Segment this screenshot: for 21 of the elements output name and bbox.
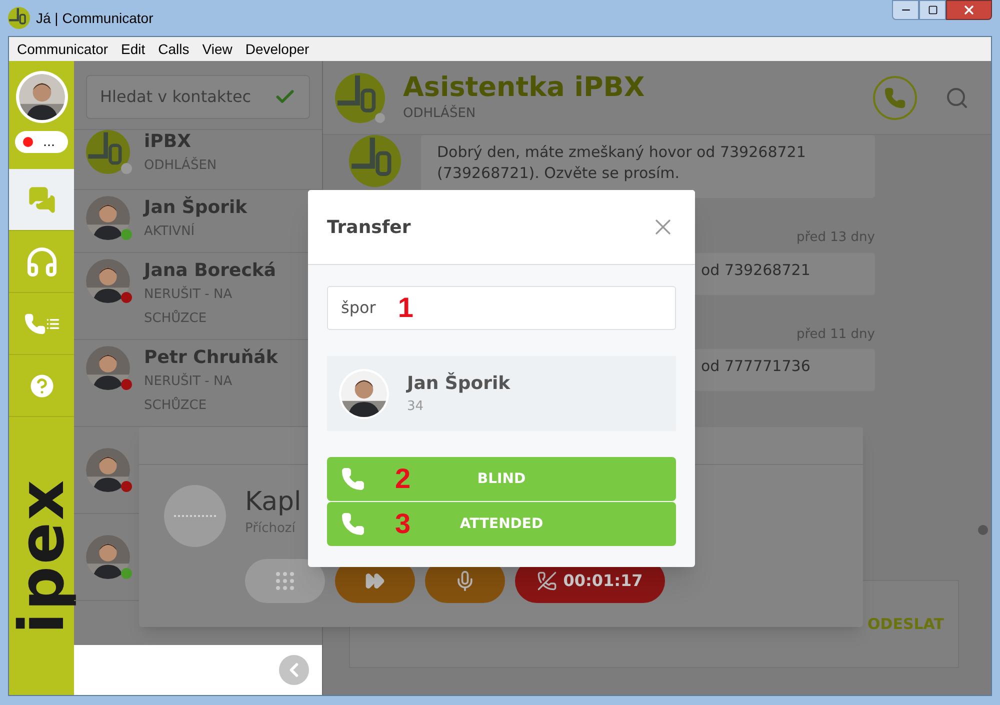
result-name: Jan Šporik (407, 371, 510, 396)
search-value: špor (341, 297, 376, 319)
message-text: od 739268721 (701, 260, 812, 280)
caller-name: Kapl (245, 486, 302, 519)
chat-title: Asistentka iPBX (403, 72, 645, 104)
window-title: Já | Communicator (36, 8, 154, 28)
message-text: (739268721). Ozvěte se prosím. (437, 163, 681, 184)
chat-status: ODHLÁŠEN (403, 104, 477, 123)
contact-name: Jan Šporik (144, 196, 248, 220)
message-text: od 777771736 (701, 356, 812, 377)
contact-name: iPBX (144, 130, 192, 154)
search-placeholder: Hledat v kontaktec (100, 86, 252, 108)
message-text: Dobrý den, máte zmeškaný hovor od 739268721 (437, 142, 807, 163)
contact-name: Jana Borecká (144, 259, 276, 283)
annotation-number: 2 (395, 462, 411, 496)
status-label: … (43, 134, 55, 151)
contact-name: Petr Chruňák (144, 346, 278, 370)
dialog-title: Transfer (327, 216, 411, 240)
annotation-number: 3 (395, 507, 411, 541)
result-number: 34 (407, 398, 425, 416)
annotation-number: 1 (398, 291, 414, 325)
